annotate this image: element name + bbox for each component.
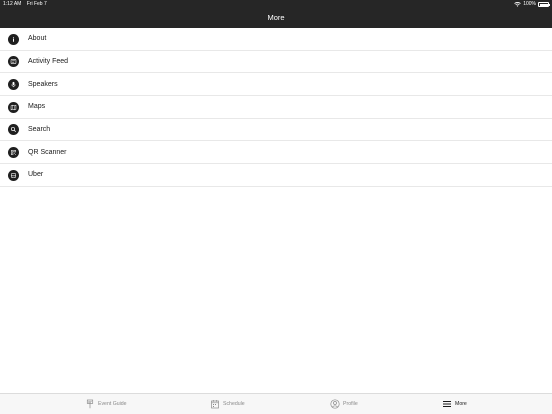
tab-event-guide[interactable]: Event Guide — [85, 399, 127, 409]
status-right: 100% — [514, 0, 550, 9]
menu-item-search[interactable]: Search — [0, 119, 552, 142]
search-icon — [8, 124, 19, 136]
wifi-icon — [514, 2, 521, 7]
tab-label: More — [455, 401, 467, 407]
menu-item-label: Speakers — [28, 80, 58, 88]
status-bar: 1:12 AM Fri Feb 7 100% — [0, 0, 552, 9]
menu-item-speakers[interactable]: Speakers — [0, 73, 552, 97]
status-left: 1:12 AM Fri Feb 7 — [3, 0, 51, 9]
page-title: More — [267, 13, 285, 22]
qr-icon — [8, 146, 19, 158]
top-header: 1:12 AM Fri Feb 7 100% More — [0, 0, 552, 28]
menu-item-qr-scanner[interactable]: QR Scanner — [0, 141, 552, 165]
hamburger-icon — [443, 401, 451, 407]
profile-icon — [330, 399, 340, 409]
tab-label: Profile — [343, 401, 358, 407]
map-icon — [8, 101, 19, 113]
event-guide-icon — [86, 399, 94, 409]
battery-percent: 100% — [523, 1, 536, 7]
activity-feed-icon — [8, 56, 19, 68]
menu-item-about[interactable]: About — [0, 28, 552, 51]
menu-item-label: Search — [28, 126, 51, 134]
tab-schedule[interactable]: Schedule — [210, 399, 245, 409]
menu-item-label: Activity Feed — [28, 58, 69, 66]
battery-icon — [538, 2, 550, 7]
tab-label: Event Guide — [98, 401, 127, 407]
menu-item-label: Maps — [28, 103, 46, 111]
menu-item-label: Uber — [28, 171, 44, 179]
info-icon — [8, 33, 19, 45]
status-time: 1:12 AM — [3, 1, 22, 7]
menu-item-label: QR Scanner — [28, 148, 67, 156]
bottom-tab-bar: Event Guide Schedule Profile More — [0, 393, 552, 414]
menu-item-uber[interactable]: Uber — [0, 164, 552, 187]
status-date: Fri Feb 7 — [26, 1, 47, 7]
menu-item-label: About — [28, 35, 47, 43]
car-icon — [8, 169, 19, 181]
calendar-icon — [211, 400, 219, 409]
tab-profile[interactable]: Profile — [330, 399, 358, 409]
menu-item-activity-feed[interactable]: Activity Feed — [0, 51, 552, 74]
menu-item-maps[interactable]: Maps — [0, 96, 552, 119]
speaker-icon — [8, 78, 19, 90]
more-menu-list: About Activity Feed Speakers Maps Search… — [0, 28, 552, 187]
tab-label: Schedule — [223, 401, 245, 407]
tab-more[interactable]: More — [442, 399, 467, 409]
